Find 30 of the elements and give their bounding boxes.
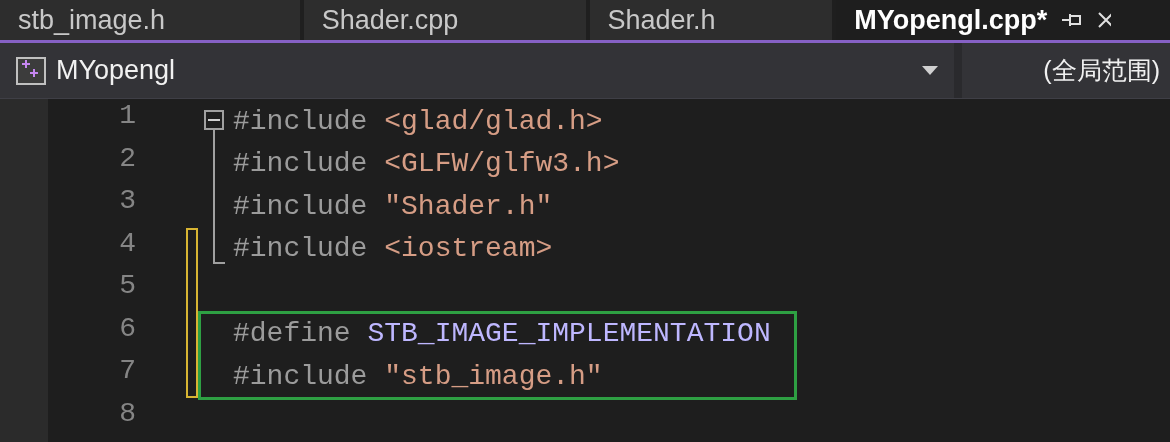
preprocessor-directive: #include [233,105,368,137]
fold-toggle-icon[interactable] [204,110,224,130]
preprocessor-directive: #include [233,148,368,180]
preprocessor-directive: #define [233,318,351,350]
caret-icon [922,66,938,75]
close-icon[interactable] [1097,11,1112,29]
tab-title: MYopengl.cpp* [854,4,1048,37]
project-name: MYopengl [56,54,176,88]
include-path: <glad/glad.h> [384,105,603,137]
line-number: 4 [118,227,136,261]
include-path: <GLFW/glfw3.h> [384,148,620,180]
editor-tab[interactable]: stb_image.h [0,0,300,40]
scope-dropdown[interactable]: (全局范围) [962,51,1170,90]
line-number: 8 [118,397,136,431]
editor-tab[interactable]: Shader.h [589,0,833,40]
line-number: 1 [118,100,136,133]
include-path: <iostream> [384,233,553,265]
line-number: 2 [118,142,136,176]
editor-tab[interactable]: Shader.cpp [303,0,586,40]
class-icon [16,56,46,85]
line-number: 6 [118,312,136,346]
include-path: "stb_image.h" [384,360,603,392]
preprocessor-directive: #include [233,360,368,392]
include-path: "Shader.h" [384,190,553,222]
line-number: 7 [118,355,136,388]
line-number: 3 [118,185,136,218]
preprocessor-directive: #include [233,190,368,222]
preprocessor-directive: #include [233,233,368,265]
macro-name: STB_IMAGE_IMPLEMENTATION [367,318,771,350]
line-number: 5 [118,270,136,303]
